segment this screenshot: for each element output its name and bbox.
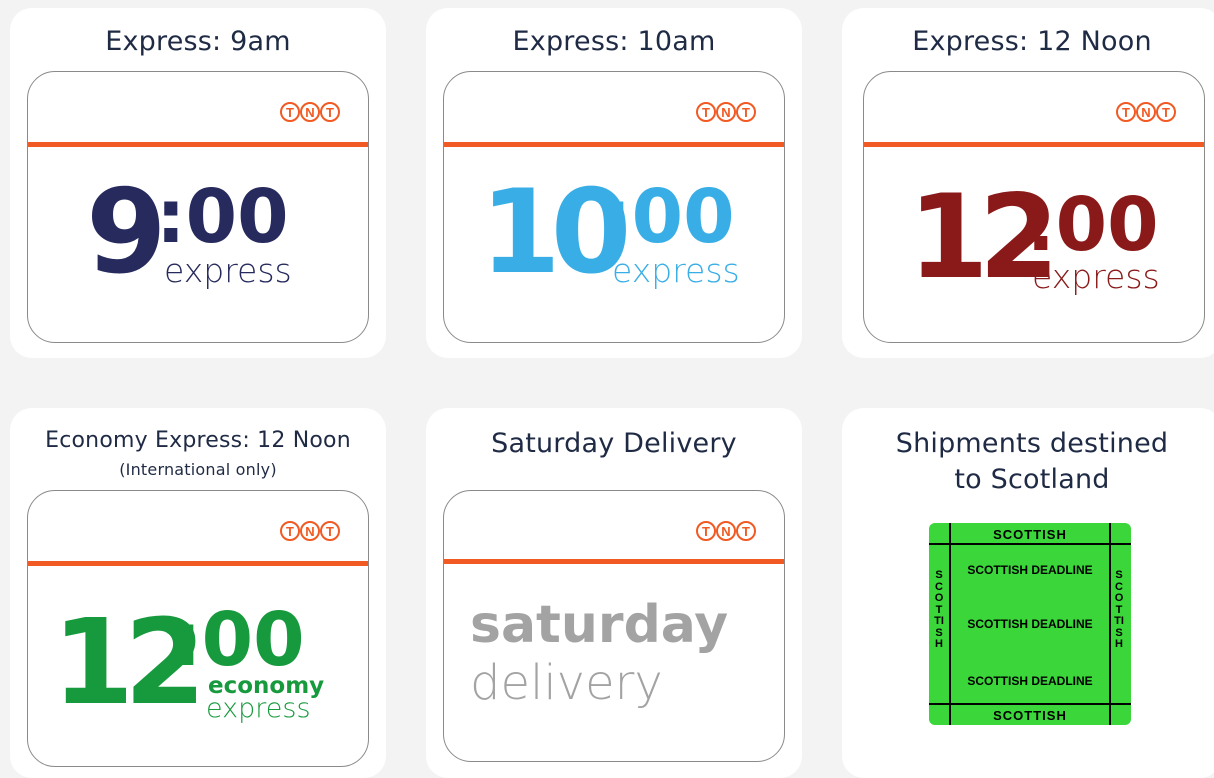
card-title-line1: Shipments destined <box>895 428 1169 459</box>
time-minutes: :00 <box>602 174 735 260</box>
deadline-text: SCOTTISH DEADLINE <box>967 563 1093 577</box>
card-subtitle: (International only) <box>119 460 277 479</box>
card-title-line2: to Scotland <box>954 464 1110 495</box>
orange-line <box>444 142 784 147</box>
tnt-logo-letter: T <box>320 521 340 541</box>
tnt-logo-letter: N <box>300 102 320 122</box>
time-minutes: :00 <box>172 597 305 683</box>
card-title: Economy Express: 12 Noon <box>45 428 351 453</box>
orange-line <box>444 559 784 564</box>
right-scottish-text: SCOTTISH <box>1114 569 1124 650</box>
tnt-logo-letter: T <box>736 521 756 541</box>
delivery-label: T N T 10 :00 express <box>443 71 785 343</box>
tnt-logo-letter: T <box>280 521 300 541</box>
time-minutes: :00 <box>156 174 289 260</box>
tnt-logo-letter: N <box>716 102 736 122</box>
card-express-9am: Express: 9am T N T 9 :00 express <box>10 8 386 358</box>
top-scottish-text: SCOTTISH <box>993 527 1067 542</box>
tnt-logo-letter: N <box>1136 102 1156 122</box>
card-saturday-delivery: Saturday Delivery T N T saturday deliver… <box>426 408 802 778</box>
left-scottish-text: SCOTTISH <box>934 569 944 650</box>
orange-line <box>28 561 368 566</box>
saturday-text: saturday <box>470 595 729 655</box>
tnt-logo: T N T <box>696 521 756 541</box>
tnt-logo: T N T <box>280 102 340 122</box>
deadline-text: SCOTTISH DEADLINE <box>967 617 1093 631</box>
card-title: Express: 9am <box>105 26 291 57</box>
tnt-logo: T N T <box>696 102 756 122</box>
card-economy-express-12-noon: Economy Express: 12 Noon (International … <box>10 408 386 778</box>
card-scotland-shipments: Shipments destined to Scotland SCOTTISH … <box>842 408 1214 778</box>
service-name: express <box>1032 257 1160 296</box>
tnt-logo-letter: T <box>280 102 300 122</box>
deadline-text: SCOTTISH DEADLINE <box>967 674 1093 688</box>
orange-line <box>864 142 1204 147</box>
time-hour: 9 <box>86 165 167 300</box>
card-title: Saturday Delivery <box>491 428 737 459</box>
tnt-logo-letter: N <box>300 521 320 541</box>
tnt-logo: T N T <box>280 521 340 541</box>
tnt-logo: T N T <box>1116 102 1176 122</box>
delivery-text: delivery <box>470 655 663 711</box>
bottom-scottish-text: SCOTTISH <box>993 708 1067 723</box>
tnt-logo-letter: T <box>1156 102 1176 122</box>
service-name-express: express <box>206 693 311 724</box>
tnt-logo-letter: N <box>716 521 736 541</box>
tnt-logo-letter: T <box>696 102 716 122</box>
delivery-label: T N T saturday delivery <box>443 490 785 762</box>
card-express-12-noon: Express: 12 Noon T N T 12 :00 express <box>842 8 1214 358</box>
time-hour: 10 <box>480 165 631 300</box>
delivery-label: T N T 12 :00 economy express <box>27 490 369 767</box>
service-name: express <box>164 251 292 290</box>
top-divider <box>929 543 1131 545</box>
time-minutes: :00 <box>1026 182 1159 268</box>
service-name: express <box>612 251 740 290</box>
tnt-logo-letter: T <box>696 521 716 541</box>
bottom-divider <box>929 703 1131 705</box>
tnt-logo-letter: T <box>320 102 340 122</box>
card-express-10am: Express: 10am T N T 10 :00 express <box>426 8 802 358</box>
card-title: Express: 12 Noon <box>912 26 1152 57</box>
card-title: Express: 10am <box>512 26 716 57</box>
tnt-logo-letter: T <box>736 102 756 122</box>
scottish-deadline-label: SCOTTISH SCOTTISH SCOTTISH SCOTTISH SCOT… <box>929 523 1131 725</box>
orange-line <box>28 142 368 147</box>
delivery-label: T N T 9 :00 express <box>27 71 369 343</box>
delivery-label: T N T 12 :00 express <box>863 71 1205 343</box>
tnt-logo-letter: T <box>1116 102 1136 122</box>
